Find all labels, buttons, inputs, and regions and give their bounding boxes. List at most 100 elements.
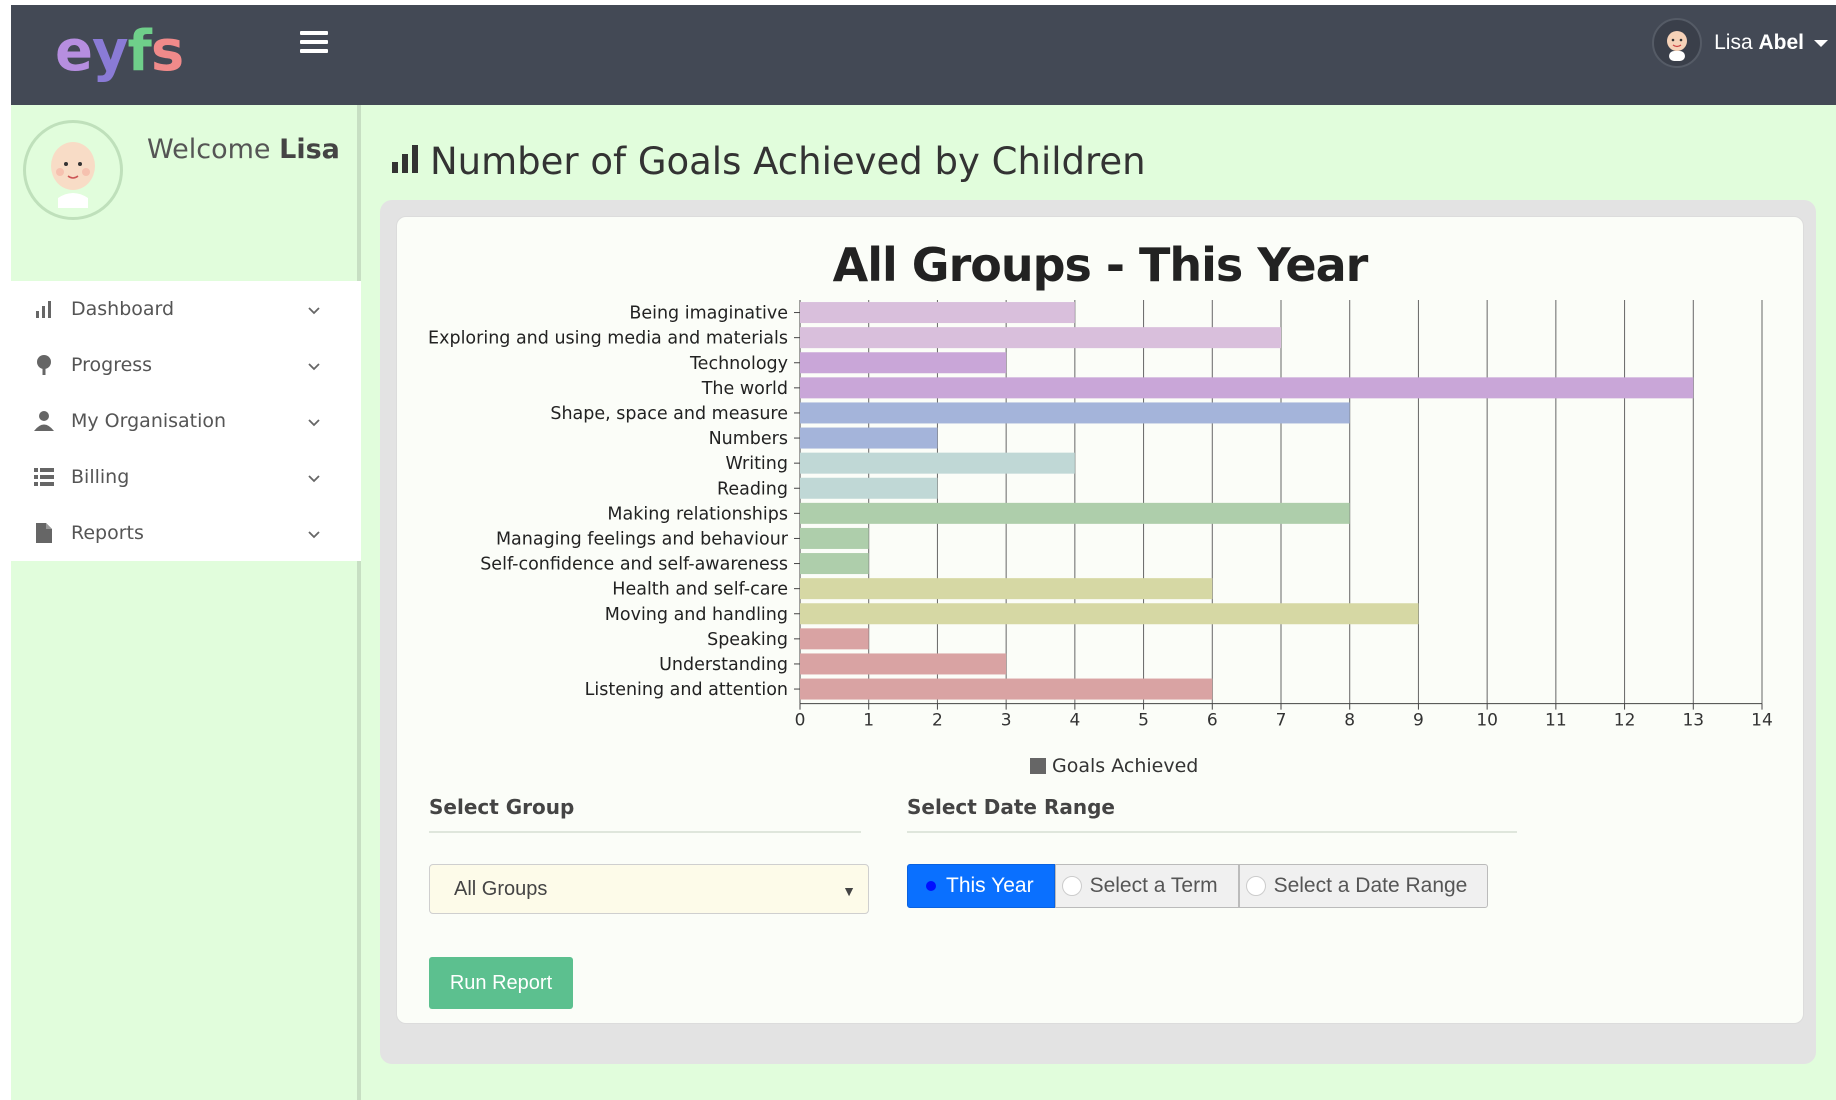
chart-legend[interactable]: Goals Achieved <box>1030 755 1198 777</box>
chevron-down-icon <box>307 299 321 321</box>
profile-avatar <box>23 120 123 220</box>
page-title-text: Number of Goals Achieved by Children <box>430 140 1146 183</box>
logo-letter: y <box>91 19 129 84</box>
tree-icon <box>31 354 57 376</box>
bar <box>800 427 938 449</box>
x-tick-label: 6 <box>1207 711 1218 730</box>
radio-dot-icon <box>1061 876 1082 896</box>
sidebar-item-label: Reports <box>71 522 144 544</box>
logo-letter: s <box>150 19 184 84</box>
radio-this-year[interactable]: This Year <box>907 864 1055 908</box>
x-tick-label: 10 <box>1476 711 1498 730</box>
user-menu[interactable]: Lisa Abel <box>1652 13 1836 73</box>
sidebar-item-label: Billing <box>71 466 130 488</box>
bar-chart-icon <box>390 140 420 183</box>
x-tick-label: 11 <box>1545 711 1567 730</box>
user-last-name: Abel <box>1758 31 1804 54</box>
bar <box>800 527 869 549</box>
bar <box>800 628 869 650</box>
radio-label: Select a Term <box>1089 874 1218 897</box>
bar <box>800 452 1075 474</box>
welcome-message: Welcome Lisa <box>147 134 340 165</box>
x-tick-label: 13 <box>1682 711 1704 730</box>
x-tick-label: 3 <box>1001 711 1012 730</box>
divider <box>429 831 861 833</box>
avatar <box>1652 18 1703 68</box>
run-report-button[interactable]: Run Report <box>429 957 573 1009</box>
x-tick-label: 12 <box>1614 711 1636 730</box>
x-tick-label: 2 <box>932 711 943 730</box>
select-date-range-label: Select Date Range <box>907 795 1115 819</box>
x-tick-label: 4 <box>1069 711 1080 730</box>
radio-label: Select a Date Range <box>1273 874 1468 897</box>
category-label: Making relationships <box>607 504 788 524</box>
category-label: Moving and handling <box>605 605 788 625</box>
category-label: Technology <box>689 354 788 374</box>
category-label: The world <box>701 379 788 399</box>
x-tick-label: 1 <box>863 711 874 730</box>
category-label: Being imaginative <box>629 304 788 324</box>
user-first-name: Lisa <box>1714 31 1753 54</box>
legend-label: Goals Achieved <box>1052 755 1199 777</box>
category-label: Health and self-care <box>612 580 788 600</box>
radio-dot-icon <box>926 881 936 891</box>
category-label: Numbers <box>709 429 788 449</box>
x-tick-label: 9 <box>1413 711 1424 730</box>
caret-down-icon <box>1814 39 1828 47</box>
category-label: Speaking <box>707 630 788 650</box>
divider <box>907 831 1517 833</box>
bar <box>800 327 1281 349</box>
category-label: Self-confidence and self-awareness <box>480 555 788 575</box>
sidebar-item-my-organisation[interactable]: My Organisation <box>11 393 361 449</box>
user-name: Lisa Abel <box>1714 31 1804 55</box>
welcome-text: Welcome <box>147 134 271 165</box>
select-group-label: Select Group <box>429 795 575 819</box>
goals-chart: 0 1 2 3 4 5 6 7 8 9 10 11 12 13 14Being imaginativeExp… <box>428 300 1773 730</box>
chevron-down-icon <box>307 355 321 377</box>
date-range-radio-group: This Year Select a Term Select a Date Ra… <box>907 864 1489 908</box>
legend-swatch <box>1030 758 1046 774</box>
radio-select-date-range[interactable]: Select a Date Range <box>1238 864 1489 908</box>
hamburger-menu-icon[interactable] <box>300 31 328 55</box>
group-select-value: All Groups <box>454 877 548 900</box>
chevron-down-icon <box>307 467 321 489</box>
document-icon <box>31 522 57 544</box>
sidebar-item-reports[interactable]: Reports <box>11 505 361 561</box>
x-tick-label: 5 <box>1138 711 1149 730</box>
bar <box>800 603 1419 625</box>
bar <box>800 302 1075 324</box>
category-label: Understanding <box>659 655 788 675</box>
bar <box>800 402 1350 424</box>
category-label: Reading <box>717 479 788 499</box>
chart-title: All Groups - This Year <box>832 238 1369 292</box>
radio-dot-icon <box>1245 876 1266 896</box>
bar <box>800 352 1007 374</box>
radio-select-term[interactable]: Select a Term <box>1054 864 1239 908</box>
group-select[interactable]: All Groups ▼ <box>429 864 869 914</box>
app-logo[interactable]: eyfs <box>55 17 184 87</box>
bar <box>800 678 1213 700</box>
chevron-down-icon <box>307 411 321 433</box>
category-label: Writing <box>726 454 789 474</box>
x-tick-label: 0 <box>795 711 806 730</box>
sidebar-item-label: Dashboard <box>71 298 175 320</box>
category-label: Listening and attention <box>585 680 788 700</box>
bar <box>800 578 1213 600</box>
logo-letter: f <box>127 19 152 84</box>
bar-chart-icon <box>31 299 57 319</box>
sidebar: Welcome Lisa Dashboard Progress My Organ… <box>11 105 361 1100</box>
sidebar-item-billing[interactable]: Billing <box>11 449 361 505</box>
sidebar-item-progress[interactable]: Progress <box>11 337 361 393</box>
bar <box>800 502 1350 524</box>
category-label: Managing feelings and behaviour <box>496 529 789 549</box>
bar <box>800 553 869 575</box>
category-label: Shape, space and measure <box>550 404 788 424</box>
chevron-down-icon <box>307 523 321 545</box>
x-tick-label: 7 <box>1276 711 1287 730</box>
sidebar-nav: Dashboard Progress My Organisation Billi… <box>11 281 361 561</box>
sidebar-item-label: Progress <box>71 354 153 376</box>
sidebar-item-dashboard[interactable]: Dashboard <box>11 281 361 337</box>
list-icon <box>31 467 57 487</box>
sidebar-item-label: My Organisation <box>71 410 227 432</box>
bar <box>800 477 938 499</box>
